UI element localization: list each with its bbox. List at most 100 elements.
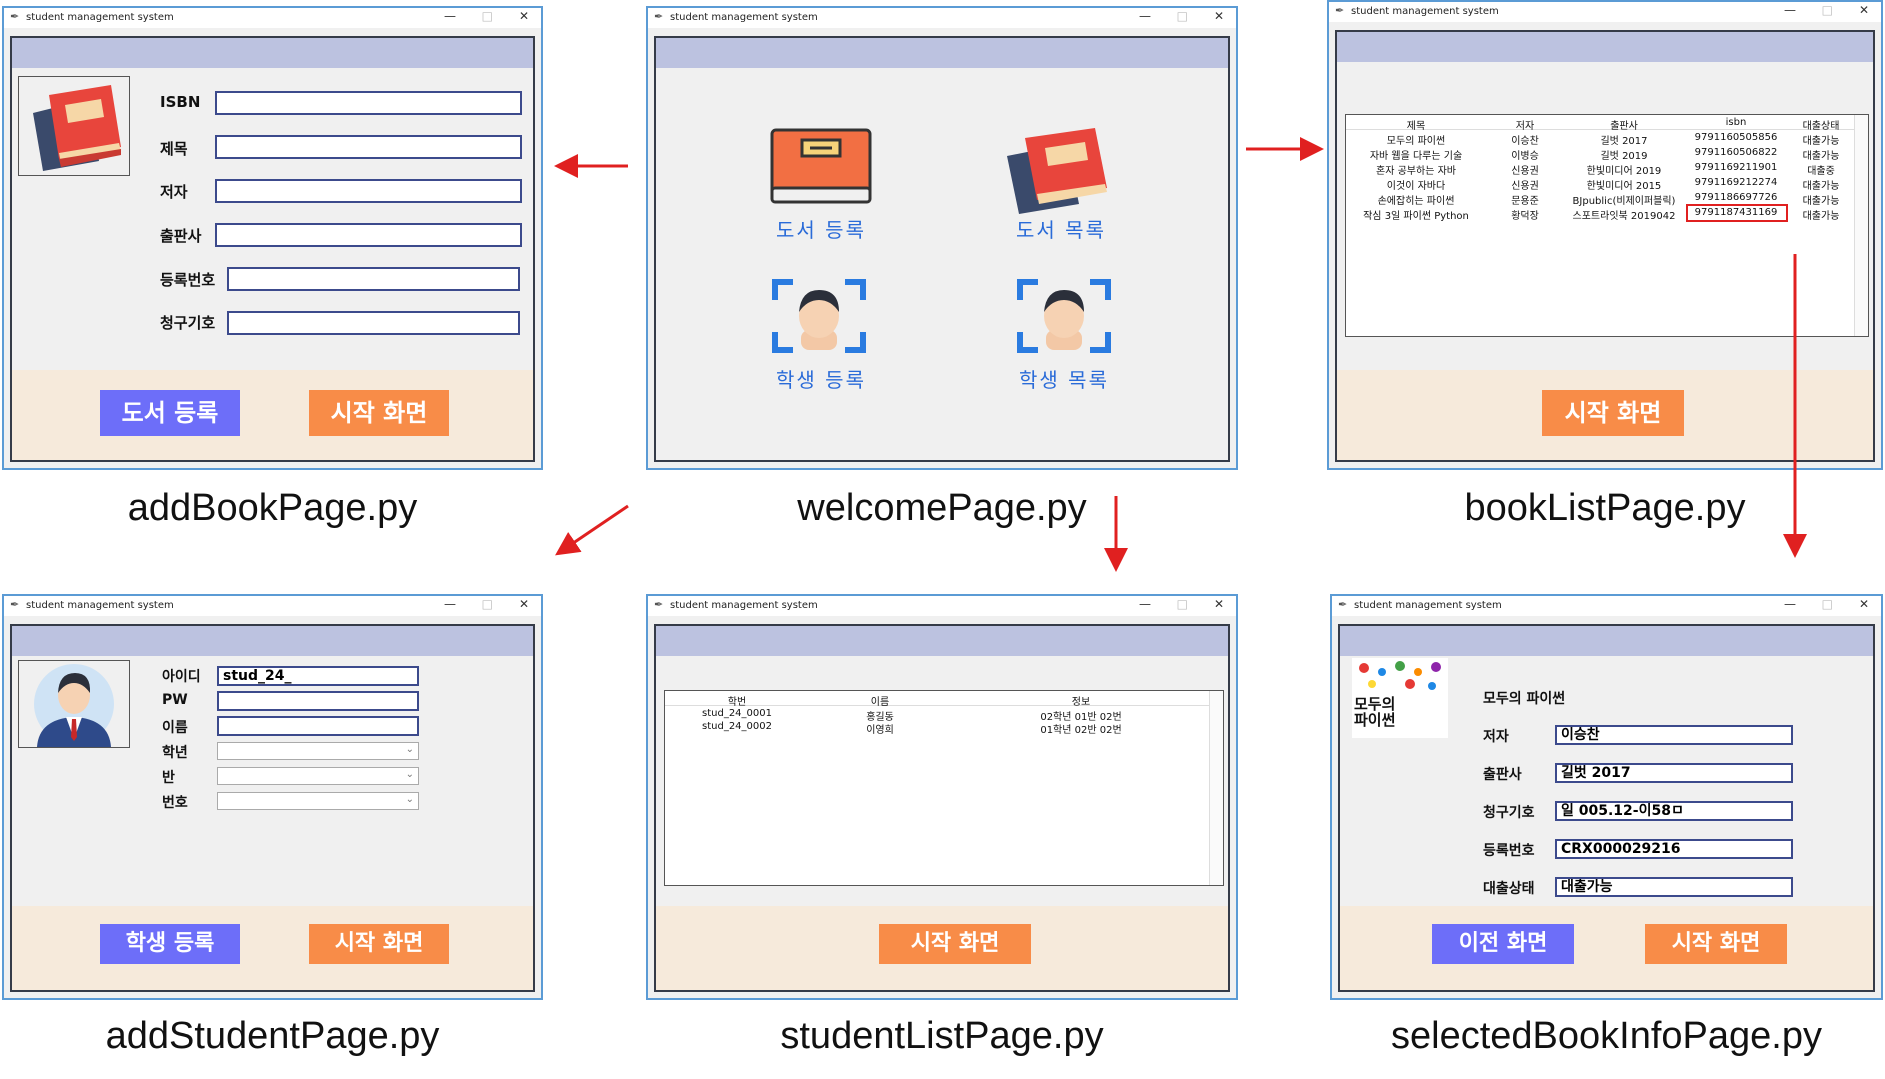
student-list-client: 학번 이름 정보 stud_24_0001 홍길동 02학년 01반 02번 s… <box>654 624 1230 992</box>
maximize-button[interactable]: □ <box>482 597 493 611</box>
table-row[interactable]: stud_24_0001 홍길동 02학년 01반 02번 <box>665 708 1211 723</box>
minimize-button[interactable]: — <box>444 597 456 611</box>
books-stack-icon[interactable] <box>1001 126 1121 216</box>
class-label: 반 <box>162 770 175 786</box>
maximize-button[interactable]: □ <box>1177 597 1188 611</box>
footer-band: 도서 등록 시작 화면 <box>12 370 533 460</box>
column-header-title[interactable]: 제목 <box>1346 117 1486 132</box>
maximize-button[interactable]: □ <box>482 9 493 23</box>
class-select[interactable]: ⌄ <box>217 767 419 785</box>
header-band <box>1340 626 1873 656</box>
column-header-info[interactable]: 정보 <box>951 693 1211 708</box>
cell-info: 01학년 02반 02번 <box>1040 725 1122 736</box>
grade-select[interactable]: ⌄ <box>217 742 419 760</box>
welcome-window: ✒ student management system — □ ✕ 도서 등록 <box>646 6 1238 470</box>
student-register-button[interactable]: 학생 등록 <box>100 924 240 964</box>
author-label: 저자 <box>1483 729 1509 745</box>
table-row[interactable]: 모두의 파이썬 이승찬 길벗 2017 9791160505856 대출가능 <box>1346 132 1854 147</box>
home-button[interactable]: 시작 화면 <box>1645 924 1787 964</box>
cell-isbn: 9791186697726 <box>1694 192 1778 203</box>
book-register-link[interactable]: 도서 등록 <box>756 214 886 243</box>
number-label: 번호 <box>162 795 188 811</box>
close-button[interactable]: ✕ <box>1214 597 1224 611</box>
selected-book-window: ✒ student management system — □ ✕ 모두의 파이… <box>1330 594 1883 1000</box>
cell-status: 대출가능 <box>1802 151 1840 162</box>
call-number-field[interactable] <box>227 311 520 335</box>
feather-icon: ✒ <box>10 10 20 23</box>
column-header-publisher[interactable]: 출판사 <box>1564 117 1684 132</box>
close-button[interactable]: ✕ <box>519 9 529 23</box>
grade-label: 학년 <box>162 745 188 761</box>
header-band <box>656 38 1228 68</box>
title-bar: ✒ student management system — □ ✕ <box>4 8 541 28</box>
minimize-button[interactable]: — <box>444 9 456 23</box>
name-field[interactable] <box>217 716 419 736</box>
home-button[interactable]: 시작 화면 <box>309 390 449 436</box>
face-scan-icon[interactable] <box>771 278 867 354</box>
caption-add-book: addBookPage.py <box>127 487 418 529</box>
number-select[interactable]: ⌄ <box>217 792 419 810</box>
id-field[interactable]: stud_24_ <box>217 666 419 686</box>
close-button[interactable]: ✕ <box>1859 597 1869 611</box>
column-header-name[interactable]: 이름 <box>809 693 951 708</box>
selected-isbn-highlight <box>1686 204 1788 222</box>
book-list-client: 제목 저자 출판사 isbn 대출상태 모두의 파이썬 이승찬 길벗 2017 … <box>1335 30 1875 462</box>
cell-isbn: 9791169212274 <box>1694 177 1778 188</box>
cell-title: 손에잡히는 파이썬 <box>1377 196 1455 207</box>
minimize-button[interactable]: — <box>1139 9 1151 23</box>
call-number-label: 청구기호 <box>160 314 216 332</box>
reg-number-label: 등록번호 <box>160 271 216 289</box>
chevron-down-icon: ⌄ <box>405 769 414 780</box>
loan-status-label: 대출상태 <box>1483 881 1535 897</box>
welcome-client: 도서 등록 도서 목록 학생 등록 학생 목록 <box>654 36 1230 462</box>
book-table[interactable]: 제목 저자 출판사 isbn 대출상태 모두의 파이썬 이승찬 길벗 2017 … <box>1345 114 1869 337</box>
reg-number-field[interactable] <box>227 267 520 291</box>
table-row[interactable]: 자바 웹을 다루는 기술 이병승 길벗 2019 9791160506822 대… <box>1346 147 1854 162</box>
reg-number-label: 등록번호 <box>1483 843 1535 859</box>
student-table[interactable]: 학번 이름 정보 stud_24_0001 홍길동 02학년 01반 02번 s… <box>664 690 1224 886</box>
table-row[interactable]: 혼자 공부하는 자바 신용권 한빛미디어 2019 9791169211901 … <box>1346 162 1854 177</box>
window-title: student management system <box>26 12 174 23</box>
close-button[interactable]: ✕ <box>519 597 529 611</box>
home-button[interactable]: 시작 화면 <box>1542 390 1684 436</box>
close-button[interactable]: ✕ <box>1859 3 1869 17</box>
pw-field[interactable] <box>217 691 419 711</box>
title-bar: ✒ student management system — □ ✕ <box>4 596 541 616</box>
table-row[interactable]: stud_24_0002 이영희 01학년 02반 02번 <box>665 721 1211 736</box>
vertical-scrollbar[interactable] <box>1209 691 1223 885</box>
publisher-field[interactable] <box>215 223 522 247</box>
table-row[interactable]: 이것이 자바다 신용권 한빛미디어 2015 9791169212274 대출가… <box>1346 177 1854 192</box>
title-field[interactable] <box>215 135 522 159</box>
home-button[interactable]: 시작 화면 <box>879 924 1031 964</box>
maximize-button[interactable]: □ <box>1822 597 1833 611</box>
column-header-status[interactable]: 대출상태 <box>1788 117 1854 132</box>
name-label: 이름 <box>162 720 188 736</box>
footer-band: 이전 화면 시작 화면 <box>1340 906 1873 990</box>
cell-author: 이병승 <box>1511 151 1539 162</box>
maximize-button[interactable]: □ <box>1822 3 1833 17</box>
maximize-button[interactable]: □ <box>1177 9 1188 23</box>
close-button[interactable]: ✕ <box>1214 9 1224 23</box>
prev-button[interactable]: 이전 화면 <box>1432 924 1574 964</box>
vertical-scrollbar[interactable] <box>1854 115 1868 336</box>
publisher-field: 길벗 2017 <box>1555 763 1793 783</box>
book-list-link[interactable]: 도서 목록 <box>996 214 1126 243</box>
author-field[interactable] <box>215 179 522 203</box>
column-header-author[interactable]: 저자 <box>1486 117 1564 132</box>
isbn-field[interactable] <box>215 91 522 115</box>
feather-icon: ✒ <box>10 598 20 611</box>
book-register-button[interactable]: 도서 등록 <box>100 390 240 436</box>
minimize-button[interactable]: — <box>1784 3 1796 17</box>
title-bar: ✒ student management system — □ ✕ <box>1332 596 1881 616</box>
column-header-student-id[interactable]: 학번 <box>665 693 809 708</box>
minimize-button[interactable]: — <box>1784 597 1796 611</box>
book-icon[interactable] <box>766 126 876 208</box>
student-list-link[interactable]: 학생 목록 <box>999 364 1129 393</box>
minimize-button[interactable]: — <box>1139 597 1151 611</box>
student-register-link[interactable]: 학생 등록 <box>756 364 886 393</box>
window-title: student management system <box>26 600 174 611</box>
home-button[interactable]: 시작 화면 <box>309 924 449 964</box>
column-header-isbn[interactable]: isbn <box>1684 117 1788 128</box>
face-scan-icon[interactable] <box>1016 278 1112 354</box>
student-list-window: ✒ student management system — □ ✕ 학번 이름 … <box>646 594 1238 1000</box>
